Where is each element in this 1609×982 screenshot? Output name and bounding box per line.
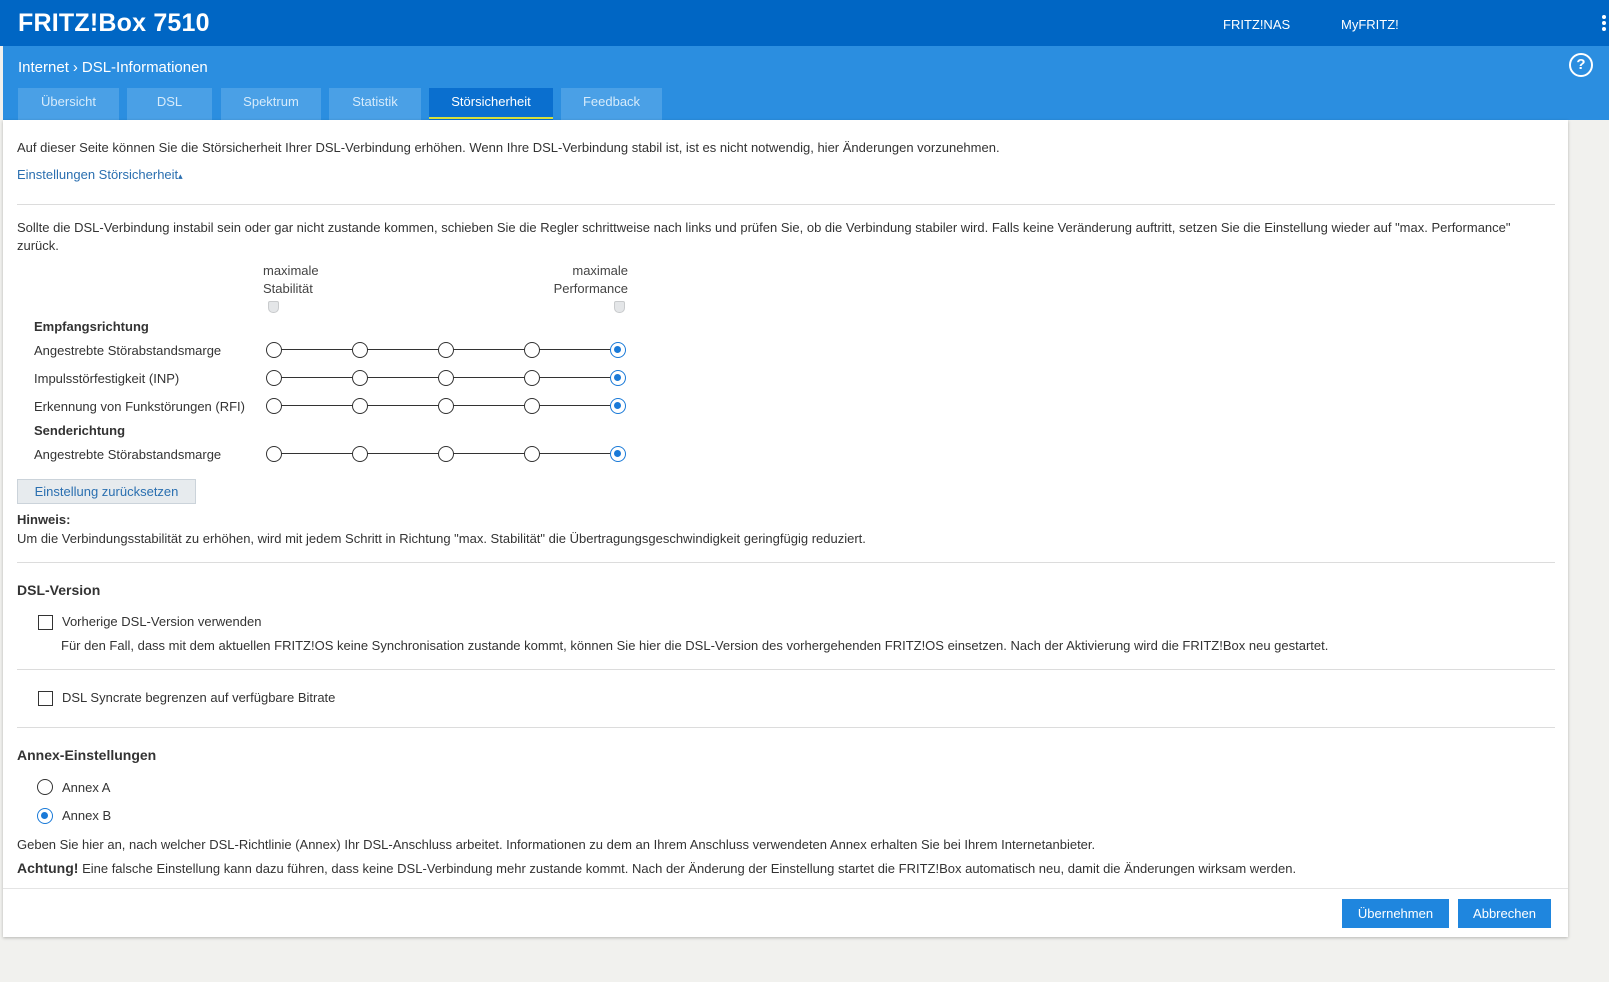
previous-dsl-version-checkbox[interactable] xyxy=(38,615,53,630)
tab-dsl[interactable]: DSL xyxy=(127,88,212,120)
slider-step-4[interactable] xyxy=(524,370,540,386)
content-panel: Auf dieser Seite können Sie die Störsich… xyxy=(3,120,1568,937)
slider-step-4[interactable] xyxy=(524,342,540,358)
marker-performance-icon xyxy=(614,301,625,313)
slider-step-2[interactable] xyxy=(352,370,368,386)
tab-statistik[interactable]: Statistik xyxy=(329,88,421,120)
annex-a-label[interactable]: Annex A xyxy=(62,780,110,795)
marker-stability-icon xyxy=(268,301,279,313)
annex-info-text: Geben Sie hier an, nach welcher DSL-Rich… xyxy=(17,837,1096,852)
annex-b-radio[interactable] xyxy=(37,808,53,824)
cancel-button[interactable]: Abbrechen xyxy=(1458,899,1551,928)
slider-step-3[interactable] xyxy=(438,370,454,386)
tab-uebersicht[interactable]: Übersicht xyxy=(18,88,119,120)
breadcrumb: Internet › DSL-Informationen xyxy=(18,59,208,76)
annex-warning: Achtung! Eine falsche Einstellung kann d… xyxy=(17,860,1296,876)
syncrate-label[interactable]: DSL Syncrate begrenzen auf verfügbare Bi… xyxy=(62,690,335,705)
slider-step-2[interactable] xyxy=(352,446,368,462)
slider-step-1[interactable] xyxy=(266,370,282,386)
annex-b-label[interactable]: Annex B xyxy=(62,808,111,823)
slider-step-3[interactable] xyxy=(438,342,454,358)
hint-text: Um die Verbindungsstabilität zu erhöhen,… xyxy=(17,531,866,546)
apply-button[interactable]: Übernehmen xyxy=(1342,899,1449,928)
send-row-label: Angestrebte Störabstandsmarge xyxy=(34,447,222,462)
send-heading: Senderichtung xyxy=(34,423,126,438)
receive-row-label: Erkennung von Funkstörungen (RFI) xyxy=(34,399,245,414)
annex-heading: Annex-Einstellungen xyxy=(17,747,157,763)
divider xyxy=(17,562,1555,563)
slider-step-3[interactable] xyxy=(438,398,454,414)
reset-settings-button[interactable]: Einstellung zurücksetzen xyxy=(17,479,196,504)
tab-feedback[interactable]: Feedback xyxy=(561,88,662,120)
help-icon[interactable]: ? xyxy=(1569,53,1593,77)
slider-step-1[interactable] xyxy=(266,446,282,462)
instruction-text: Sollte die DSL-Verbindung instabil sein … xyxy=(17,220,1511,235)
slider-step-5[interactable] xyxy=(610,398,626,414)
slider-step-4[interactable] xyxy=(524,398,540,414)
instruction-text-cont: zurück. xyxy=(17,238,59,253)
intro-text: Auf dieser Seite können Sie die Störsich… xyxy=(17,140,1000,155)
scale-right-line1: maximale xyxy=(572,263,628,278)
receive-snr-slider[interactable] xyxy=(266,342,636,358)
sub-bar: Internet › DSL-Informationen ? Übersicht D… xyxy=(3,46,1609,120)
settings-toggle-label: Einstellungen Störsicherheit xyxy=(17,167,179,182)
divider xyxy=(17,669,1555,670)
slider-step-3[interactable] xyxy=(438,446,454,462)
receive-row-label: Impulsstörfestigkeit (INP) xyxy=(34,371,180,386)
divider xyxy=(3,888,1568,889)
top-bar: FRITZ!Box 7510 FRITZ!NAS MyFRITZ! xyxy=(0,0,1609,46)
send-snr-slider[interactable] xyxy=(266,446,636,462)
receive-inp-slider[interactable] xyxy=(266,370,636,386)
chevron-right-icon: › xyxy=(72,59,78,76)
breadcrumb-current: DSL-Informationen xyxy=(81,59,208,76)
scale-right-line2: Performance xyxy=(553,281,628,296)
scale-left-line1: maximale xyxy=(263,263,319,278)
slider-step-1[interactable] xyxy=(266,398,282,414)
scale-left-label: maximale Stabilität xyxy=(263,262,319,298)
slider-step-2[interactable] xyxy=(352,398,368,414)
receive-row-label: Angestrebte Störabstandsmarge xyxy=(34,343,222,358)
settings-toggle[interactable]: Einstellungen Störsicherheit▴ xyxy=(17,167,183,182)
divider xyxy=(17,204,1555,205)
fritznas-link[interactable]: FRITZ!NAS xyxy=(1223,17,1290,32)
previous-dsl-version-label[interactable]: Vorherige DSL-Version verwenden xyxy=(62,614,261,629)
receive-rfi-slider[interactable] xyxy=(266,398,636,414)
slider-step-2[interactable] xyxy=(352,342,368,358)
scale-left-line2: Stabilität xyxy=(263,281,313,296)
annex-a-radio[interactable] xyxy=(37,779,53,795)
slider-step-5[interactable] xyxy=(610,446,626,462)
brand-title: FRITZ!Box 7510 xyxy=(18,9,210,37)
hint-title: Hinweis: xyxy=(17,512,71,527)
more-menu-icon[interactable] xyxy=(1601,15,1607,33)
slider-step-5[interactable] xyxy=(610,342,626,358)
dsl-version-heading: DSL-Version xyxy=(17,582,101,598)
slider-step-1[interactable] xyxy=(266,342,282,358)
breadcrumb-internet[interactable]: Internet xyxy=(18,59,69,76)
slider-step-4[interactable] xyxy=(524,446,540,462)
tab-stoersicherheit[interactable]: Störsicherheit xyxy=(429,88,553,120)
divider xyxy=(17,727,1555,728)
triangle-up-icon: ▴ xyxy=(178,171,183,181)
tab-spektrum[interactable]: Spektrum xyxy=(221,88,321,120)
previous-dsl-version-desc: Für den Fall, dass mit dem aktuellen FRI… xyxy=(61,638,1329,653)
receive-heading: Empfangsrichtung xyxy=(34,319,149,334)
scale-right-label: maximale Performance xyxy=(528,262,628,298)
warning-text: Eine falsche Einstellung kann dazu führe… xyxy=(82,861,1297,876)
warning-label: Achtung! xyxy=(17,860,79,876)
myfritz-link[interactable]: MyFRITZ! xyxy=(1341,17,1399,32)
syncrate-checkbox[interactable] xyxy=(38,691,53,706)
slider-step-5[interactable] xyxy=(610,370,626,386)
